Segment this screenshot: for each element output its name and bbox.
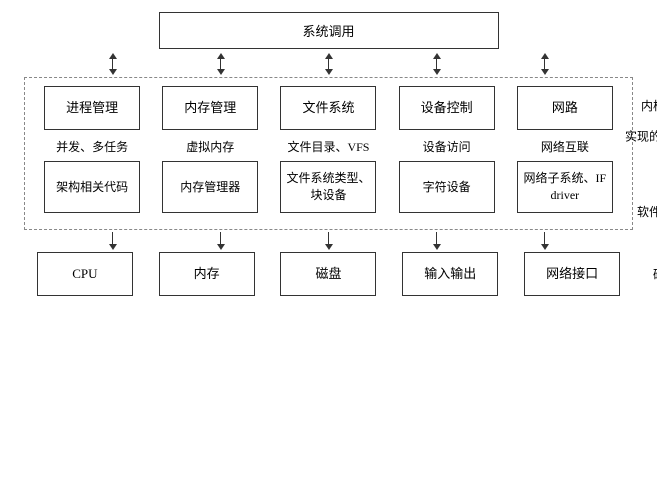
func-fs-label: 文件目录、VFS — [287, 140, 369, 154]
arrows-sw-hw — [59, 232, 599, 250]
arrow-line — [220, 59, 221, 69]
function-label: 实现的功能 — [625, 127, 657, 144]
function-label-text: 实现的功能 — [625, 129, 657, 143]
arrowhead-down — [433, 69, 441, 75]
arrowhead-down — [541, 244, 549, 250]
sw-arch-label: 架构相关代码 — [56, 179, 128, 196]
arrow-line — [112, 232, 113, 244]
hardware-label: 硬件 — [653, 266, 657, 283]
hw-io-box: 输入输出 — [402, 252, 498, 296]
hw-nic-box: 网络接口 — [524, 252, 620, 296]
device-ctrl-label: 设备控制 — [421, 99, 473, 117]
arrow-line — [436, 232, 437, 244]
hw-mem-label: 内存 — [194, 265, 220, 283]
syscall-row: 系统调用 — [10, 12, 647, 49]
function-labels-row: 并发、多任务 虚拟内存 文件目录、VFS 设备访问 网络互联 — [33, 130, 624, 161]
syscall-box: 系统调用 — [159, 12, 499, 49]
software-label: 软件支持 — [637, 203, 657, 220]
syscall-label: 系统调用 — [302, 24, 354, 39]
sw-char-box: 字符设备 — [399, 161, 495, 213]
sw-mm-label: 内存管理器 — [180, 179, 240, 196]
func-net-label: 网络互联 — [541, 140, 589, 154]
arrow-sw-hw-5 — [541, 232, 549, 250]
sw-netdrv-box: 网络子系统、IF driver — [517, 161, 613, 213]
hw-cpu-box: CPU — [37, 252, 133, 296]
arrow-line — [220, 232, 221, 244]
kernel-section-label: 内核子系统 — [641, 97, 657, 114]
arrows-syscall-kernel — [59, 53, 599, 75]
hw-io-label: 输入输出 — [424, 265, 476, 283]
diagram: 系统调用 — [0, 0, 657, 500]
arrow-line — [544, 59, 545, 69]
mem-mgmt-box: 内存管理 — [162, 86, 258, 130]
hardware-section-wrapper: CPU 内存 磁盘 输入输出 网络接口 硬件 — [24, 252, 633, 296]
arrow-sw-hw-2 — [217, 232, 225, 250]
func-net-item: 网络互联 — [517, 138, 613, 155]
kernel-section-wrapper: 进程管理 内存管理 文件系统 设备控制 网路 并发、多任务 — [24, 77, 633, 230]
arrow-sw-hw-4 — [433, 232, 441, 250]
hw-disk-label: 磁盘 — [315, 265, 341, 283]
func-proc-label: 并发、多任务 — [56, 140, 128, 154]
proc-mgmt-box: 进程管理 — [44, 86, 140, 130]
sw-char-label: 字符设备 — [423, 179, 471, 196]
arrowhead-down — [109, 244, 117, 250]
device-ctrl-box: 设备控制 — [399, 86, 495, 130]
func-mem-item: 虚拟内存 — [162, 138, 258, 155]
func-mem-label: 虚拟内存 — [186, 140, 234, 154]
software-label-text: 软件支持 — [637, 205, 657, 219]
filesystem-label: 文件系统 — [302, 99, 354, 117]
sw-fs-label: 文件系统类型、块设备 — [285, 170, 371, 204]
hardware-boxes-row: CPU 内存 磁盘 输入输出 网络接口 — [24, 252, 633, 296]
arrowhead-down — [109, 69, 117, 75]
func-dev-label: 设备访问 — [423, 140, 471, 154]
kernel-label-text: 内核子系统 — [641, 99, 657, 113]
arrowhead-down — [217, 244, 225, 250]
arrow-line — [112, 59, 113, 69]
arrow-3 — [325, 53, 333, 75]
filesystem-box: 文件系统 — [280, 86, 376, 130]
arrow-1 — [109, 53, 117, 75]
network-label: 网路 — [552, 99, 578, 117]
arrow-line — [436, 59, 437, 69]
arrow-4 — [433, 53, 441, 75]
proc-mgmt-label: 进程管理 — [66, 99, 118, 117]
arrowhead-down — [325, 244, 333, 250]
hw-nic-label: 网络接口 — [546, 265, 598, 283]
arrowhead-down — [433, 244, 441, 250]
mem-mgmt-label: 内存管理 — [184, 99, 236, 117]
hardware-label-text: 硬件 — [653, 268, 657, 282]
func-fs-item: 文件目录、VFS — [280, 138, 376, 155]
sw-fs-box: 文件系统类型、块设备 — [280, 161, 376, 213]
sw-arch-box: 架构相关代码 — [44, 161, 140, 213]
kernel-boxes-row: 进程管理 内存管理 文件系统 设备控制 网路 — [33, 86, 624, 130]
arrowhead-down — [217, 69, 225, 75]
arrow-sw-hw-3 — [325, 232, 333, 250]
hw-mem-box: 内存 — [159, 252, 255, 296]
kernel-dashed-box: 进程管理 内存管理 文件系统 设备控制 网路 并发、多任务 — [24, 77, 633, 230]
sw-netdrv-label: 网络子系统、IF driver — [522, 170, 608, 204]
arrowhead-down — [325, 69, 333, 75]
arrow-line — [328, 232, 329, 244]
arrow-line — [544, 232, 545, 244]
arrow-2 — [217, 53, 225, 75]
arrow-line — [328, 59, 329, 69]
network-box: 网路 — [517, 86, 613, 130]
software-boxes-row: 架构相关代码 内存管理器 文件系统类型、块设备 字符设备 网络子系统、IF dr… — [33, 161, 624, 213]
arrowhead-down — [541, 69, 549, 75]
func-dev-item: 设备访问 — [399, 138, 495, 155]
hw-cpu-label: CPU — [72, 265, 97, 283]
func-proc-item: 并发、多任务 — [44, 138, 140, 155]
hw-disk-box: 磁盘 — [280, 252, 376, 296]
arrow-5 — [541, 53, 549, 75]
arrow-sw-hw-1 — [109, 232, 117, 250]
sw-mm-box: 内存管理器 — [162, 161, 258, 213]
